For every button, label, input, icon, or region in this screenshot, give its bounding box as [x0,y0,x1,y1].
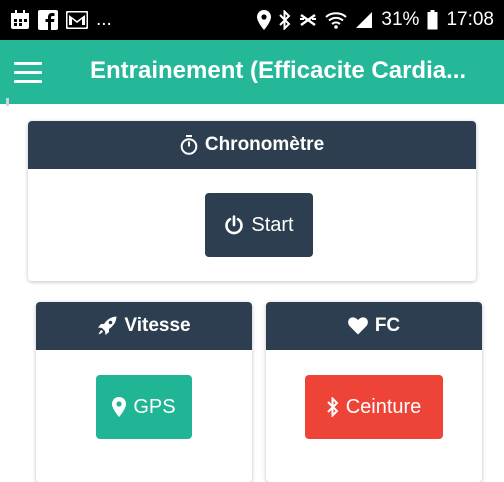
status-bar: ... 31% 17:08 [0,0,504,40]
power-icon [224,215,244,235]
gps-button-label: GPS [133,395,176,418]
chrono-card: Chronomètre Start [28,121,476,281]
app-bar: Entrainement (Efficacite Cardia... [0,40,504,104]
chrono-card-header: Chronomètre [28,121,476,169]
status-bar-system: 31% 17:08 [257,9,494,31]
rocket-icon [97,316,117,336]
gmail-icon [66,11,88,29]
battery-icon [427,10,438,30]
stopwatch-icon [180,135,198,155]
chrono-card-body: Start [28,169,476,281]
battery-percent: 31% [381,9,420,30]
gps-button[interactable]: GPS [96,375,192,439]
fc-card-title: FC [374,315,401,336]
vitesse-card-title: Vitesse [124,315,191,336]
notification-overflow: ... [96,9,112,30]
facebook-icon [38,10,58,30]
calendar-icon [10,10,30,30]
location-icon [257,10,272,30]
map-marker-icon [112,397,127,417]
vitesse-card: Vitesse GPS [36,302,252,482]
signal-icon [355,11,373,29]
vitesse-card-header: Vitesse [36,302,252,350]
chrono-card-title: Chronomètre [204,134,325,155]
menu-icon[interactable] [10,54,46,90]
bluetooth-icon [326,397,339,417]
scroll-indicator [6,98,9,106]
status-bar-notifications: ... [10,9,112,31]
bluetooth-icon [279,10,291,30]
start-button-label: Start [251,213,294,236]
page-title: Entrainement (Efficacite Cardia... [90,57,467,84]
fc-card: FC Ceinture [266,302,482,482]
ceinture-button-label: Ceinture [345,395,422,418]
vibrate-icon [299,11,317,29]
heart-icon [347,317,368,335]
start-button[interactable]: Start [205,193,313,257]
fc-card-header: FC [266,302,482,350]
wifi-icon [325,11,348,29]
ceinture-button[interactable]: Ceinture [305,375,443,439]
clock: 17:08 [446,9,494,30]
